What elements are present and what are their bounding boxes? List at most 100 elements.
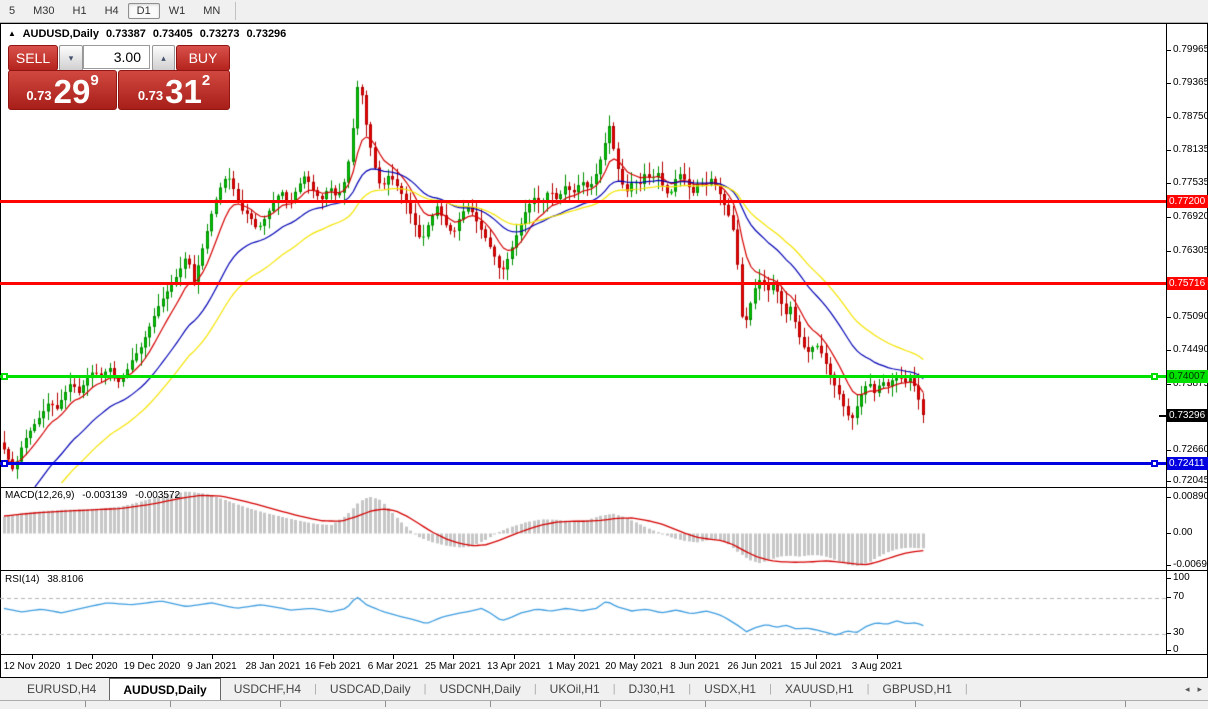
ohlc-close: 0.73296 — [246, 28, 287, 40]
date-tick-mark — [152, 655, 153, 659]
trading-terminal: 5 M30 H1 H4 D1 W1 MN ▲ AUDUSD,Daily 0.73387 0.… — [0, 0, 1208, 709]
price-tick-label: 0.79965 — [1173, 44, 1208, 55]
current-price-pointer — [1159, 415, 1166, 417]
level-endpoint-marker[interactable] — [1, 460, 8, 467]
date-tick-mark — [695, 655, 696, 659]
strip-tick — [385, 701, 386, 707]
price-tick-mark — [1166, 183, 1171, 184]
date-label: 1 Dec 2020 — [66, 661, 118, 672]
price-tick-mark — [1166, 251, 1171, 252]
tab-usdcnh-daily[interactable]: USDCNH,Daily — [426, 678, 533, 700]
tab-ukoil-h1[interactable]: UKOil,H1 — [537, 678, 613, 700]
date-label: 28 Jan 2021 — [245, 661, 301, 672]
price-tick-label: 0.75090 — [1173, 311, 1208, 322]
rsi-indicator-canvas[interactable] — [0, 571, 1166, 654]
collapse-arrow-icon[interactable]: ▲ — [8, 29, 16, 38]
chart-header: ▲ AUDUSD,Daily 0.73387 0.73405 0.73273 0… — [8, 28, 290, 40]
date-tick-mark — [92, 655, 93, 659]
macd-tick-mark — [1166, 533, 1171, 534]
price-level-badge: 0.74007 — [1167, 370, 1208, 383]
price-tick-label: 0.72660 — [1173, 444, 1208, 455]
tab-scroll-left-icon[interactable]: ◂ — [1185, 684, 1190, 695]
tab-usdx-h1[interactable]: USDX,H1 — [691, 678, 769, 700]
timeframe-mn[interactable]: MN — [194, 3, 229, 19]
volume-input[interactable] — [83, 45, 150, 69]
rsi-tick-mark — [1166, 650, 1171, 651]
timeframe-h4[interactable]: H4 — [96, 3, 128, 19]
timeframe-5[interactable]: 5 — [0, 3, 24, 19]
price-tick-label: 0.79365 — [1173, 77, 1208, 88]
tab-usdcad-daily[interactable]: USDCAD,Daily — [317, 678, 424, 700]
price-level-line-0.75716[interactable] — [0, 282, 1166, 285]
price-level-line-0.77200[interactable] — [0, 200, 1166, 203]
price-tick-label: 0.76305 — [1173, 245, 1208, 256]
macd-value: -0.003139 — [82, 490, 128, 501]
strip-tick — [1125, 701, 1126, 707]
level-endpoint-marker[interactable] — [1151, 460, 1158, 467]
tab-usdchf-h4[interactable]: USDCHF,H4 — [221, 678, 314, 700]
current-price-badge: 0.73296 — [1167, 409, 1208, 422]
timeframe-m30[interactable]: M30 — [24, 3, 63, 19]
macd-axis-label: 0.00 — [1173, 527, 1193, 538]
bid-price-box[interactable]: 0.73 29 9 — [8, 70, 117, 110]
sell-button-label: SELL — [15, 50, 51, 66]
rsi-axis-label: 100 — [1173, 572, 1190, 583]
price-tick-mark — [1166, 350, 1171, 351]
date-tick-mark — [32, 655, 33, 659]
ask-big-digits: 31 — [165, 73, 202, 110]
price-level-line-0.74007[interactable] — [0, 375, 1166, 378]
sell-button[interactable]: SELL — [8, 45, 58, 71]
timeframe-d1[interactable]: D1 — [127, 3, 160, 19]
tab-xauusd-h1[interactable]: XAUUSD,H1 — [772, 678, 867, 700]
macd-label-row: MACD(12,26,9) -0.003139 -0.003572 — [5, 490, 185, 501]
rsi-tick-mark — [1166, 578, 1171, 579]
tab-scroll-right-icon[interactable]: ▸ — [1197, 684, 1202, 695]
price-tick-mark — [1166, 384, 1171, 385]
tab-eurusd-h4[interactable]: EURUSD,H4 — [14, 678, 109, 700]
macd-tick-mark — [1166, 565, 1171, 566]
volume-decrease-button[interactable]: ▾ — [59, 45, 83, 71]
price-tick-mark — [1166, 317, 1171, 318]
rsi-label-row: RSI(14) 38.8106 — [5, 574, 88, 585]
price-tick-label: 0.74490 — [1173, 344, 1208, 355]
chart-symbol-label: AUDUSD,Daily — [22, 28, 99, 40]
tab-dj30-h1[interactable]: DJ30,H1 — [616, 678, 689, 700]
price-tick-mark — [1166, 450, 1171, 451]
ask-price-box[interactable]: 0.73 31 2 — [118, 70, 230, 110]
strip-tick — [915, 701, 916, 707]
timeframe-w1[interactable]: W1 — [160, 3, 195, 19]
date-label: 15 Jul 2021 — [790, 661, 842, 672]
date-label: 3 Aug 2021 — [851, 661, 903, 672]
rsi-name: RSI(14) — [5, 574, 40, 585]
buy-button[interactable]: BUY — [176, 45, 230, 71]
price-level-line-0.72411[interactable] — [0, 462, 1166, 465]
date-label: 9 Jan 2021 — [187, 661, 237, 672]
date-tick-mark — [514, 655, 515, 659]
price-tick-mark — [1166, 117, 1171, 118]
date-label: 12 Nov 2020 — [3, 661, 61, 672]
rsi-tick-mark — [1166, 633, 1171, 634]
date-label: 16 Feb 2021 — [304, 661, 362, 672]
strip-tick — [85, 701, 86, 707]
date-tick-mark — [333, 655, 334, 659]
level-endpoint-marker[interactable] — [1151, 373, 1158, 380]
date-tick-mark — [212, 655, 213, 659]
date-tick-mark — [393, 655, 394, 659]
date-label: 1 May 2021 — [547, 661, 601, 672]
strip-tick — [280, 701, 281, 707]
ask-prefix: 0.73 — [137, 88, 164, 103]
tab-audusd-daily[interactable]: AUDUSD,Daily — [109, 678, 221, 700]
strip-tick — [170, 701, 171, 707]
timeframe-toolbar: 5 M30 H1 H4 D1 W1 MN — [0, 0, 1208, 23]
date-tick-mark — [755, 655, 756, 659]
price-level-badge: 0.72411 — [1167, 457, 1208, 470]
volume-increase-button[interactable]: ▴ — [152, 45, 175, 71]
date-tick-mark — [574, 655, 575, 659]
level-endpoint-marker[interactable] — [1, 373, 8, 380]
timeframe-h1[interactable]: H1 — [64, 3, 96, 19]
macd-name: MACD(12,26,9) — [5, 490, 75, 501]
date-tick-mark — [453, 655, 454, 659]
date-axis-separator — [0, 654, 1208, 655]
tab-gbpusd-h1[interactable]: GBPUSD,H1 — [870, 678, 965, 700]
date-tick-mark — [273, 655, 274, 659]
